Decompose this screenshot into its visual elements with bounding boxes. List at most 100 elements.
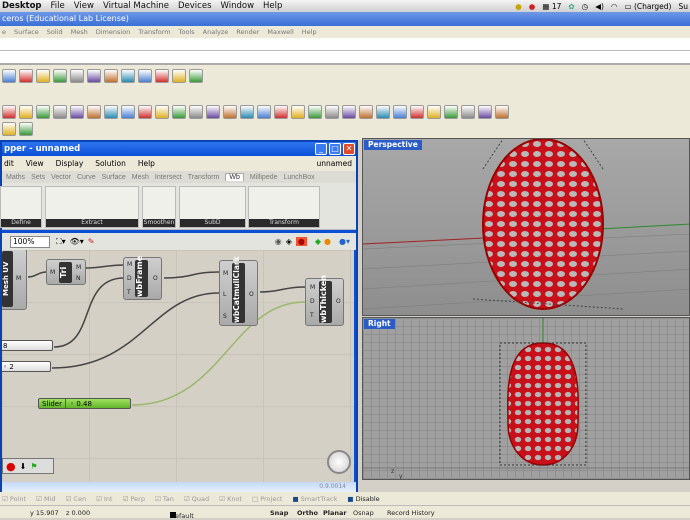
osnap-smarttrack[interactable]: ■ SmartTrack xyxy=(292,495,337,503)
toolbar-tool-icon[interactable] xyxy=(359,105,373,119)
toolbar-tool-icon[interactable] xyxy=(427,105,441,119)
tab-curve[interactable]: Curve xyxy=(77,174,96,181)
toolbar-tool-icon[interactable] xyxy=(495,105,509,119)
zoom-select[interactable]: 100% xyxy=(10,235,50,248)
toolbar-tool-icon[interactable] xyxy=(19,122,33,136)
component-wbframe[interactable]: M D T wbFrame O xyxy=(123,256,162,300)
toolbar-tool-icon[interactable] xyxy=(121,69,135,83)
osnap-tan[interactable]: ☑ Tan xyxy=(155,495,174,503)
command-area[interactable] xyxy=(0,38,690,65)
osnap-disable[interactable]: ■ Disable xyxy=(347,495,379,503)
port[interactable]: T xyxy=(127,289,131,296)
sketch-icon[interactable]: ✎ xyxy=(88,237,95,246)
toolbar-tool-icon[interactable] xyxy=(461,105,475,119)
osnap-perp[interactable]: ☑ Perp xyxy=(123,495,145,503)
bake-icon[interactable]: ◆ xyxy=(315,237,321,246)
volume-icon[interactable]: ◀) xyxy=(595,2,604,11)
rmenu-item[interactable]: Help xyxy=(302,28,317,36)
toolbar-tool-icon[interactable] xyxy=(410,105,424,119)
checkbox[interactable]: ☑ xyxy=(96,495,104,503)
menu-devices[interactable]: Devices xyxy=(178,1,212,11)
port[interactable]: L xyxy=(223,291,226,298)
security-icon[interactable]: ● xyxy=(529,2,536,11)
port[interactable]: S xyxy=(223,313,227,320)
osnap-knot[interactable]: ☑ Knot xyxy=(219,495,242,503)
ghmenu-view[interactable]: View xyxy=(26,159,44,168)
eye-icon[interactable]: 👁▾ xyxy=(70,237,84,246)
rmenu-item[interactable]: Render xyxy=(236,28,259,36)
osnap-quad[interactable]: ☑ Quad xyxy=(184,495,209,503)
port[interactable]: T xyxy=(310,312,314,319)
checkbox[interactable]: ☑ xyxy=(219,495,227,503)
tab-mesh[interactable]: Mesh xyxy=(132,174,149,181)
toolbar-tool-icon[interactable] xyxy=(393,105,407,119)
component-tri[interactable]: M Tri M N xyxy=(46,259,86,285)
component-wbcatmullclark[interactable]: M L S wbCatmullClark O xyxy=(219,256,258,326)
toggle-snap[interactable]: Snap xyxy=(270,509,288,517)
toolbar-tool-icon[interactable] xyxy=(2,105,16,119)
menu-help[interactable]: Help xyxy=(263,1,282,11)
port[interactable]: O xyxy=(249,291,254,298)
viewport-label-perspective[interactable]: Perspective xyxy=(364,140,422,150)
ghmenu-display[interactable]: Display xyxy=(56,159,84,168)
battery-icon[interactable]: ▭ (Charged) xyxy=(624,2,671,11)
shield-icon[interactable]: ● xyxy=(515,2,522,11)
checkbox[interactable]: □ xyxy=(252,495,260,503)
tab-maths[interactable]: Maths xyxy=(6,174,25,181)
toolbar-tool-icon[interactable] xyxy=(308,105,322,119)
toggle-ortho[interactable]: Ortho xyxy=(297,509,318,517)
toolbar-tool-icon[interactable] xyxy=(325,105,339,119)
toolbar-tool-icon[interactable] xyxy=(257,105,271,119)
toolbar-tool-icon[interactable] xyxy=(376,105,390,119)
checkbox[interactable]: ■ xyxy=(347,495,355,503)
toolbar-tool-icon[interactable] xyxy=(19,105,33,119)
menu-window[interactable]: Window xyxy=(221,1,255,11)
port[interactable]: M xyxy=(127,261,132,268)
toolbar-tool-icon[interactable] xyxy=(172,105,186,119)
toggle-planar[interactable]: Planar xyxy=(323,509,347,517)
toolbar-tool-icon[interactable] xyxy=(478,105,492,119)
port[interactable]: D xyxy=(310,298,315,305)
sphere-icon[interactable]: ●▾ xyxy=(339,237,350,246)
toolbar-tool-icon[interactable] xyxy=(342,105,356,119)
port[interactable]: N xyxy=(76,275,81,282)
preview-icon[interactable]: ◉ xyxy=(275,237,282,246)
flag-icon[interactable]: ⚑ xyxy=(30,462,37,471)
gear-icon[interactable]: ✿ xyxy=(568,2,574,11)
toolbar-tool-icon[interactable] xyxy=(53,69,67,83)
toggle-osnap[interactable]: Osnap xyxy=(353,509,374,517)
close-button[interactable]: ✕ xyxy=(343,143,355,155)
download-icon[interactable]: ⬇ xyxy=(20,462,27,471)
osnap-mid[interactable]: ☑ Mid xyxy=(36,495,55,503)
rmenu-item[interactable]: Maxwell xyxy=(267,28,293,36)
tab-sets[interactable]: Sets xyxy=(31,174,45,181)
shaded-icon[interactable]: ● xyxy=(295,237,307,246)
number-input[interactable]: 8 xyxy=(2,340,53,351)
tab-wb[interactable]: Wb xyxy=(225,173,244,181)
toggle-record-history[interactable]: Record History xyxy=(387,509,435,517)
toolbar-tool-icon[interactable] xyxy=(138,105,152,119)
toolbar-tool-icon[interactable] xyxy=(155,69,169,83)
toolbar-tool-icon[interactable] xyxy=(19,69,33,83)
tab-intersect[interactable]: Intersect xyxy=(155,174,182,181)
toolbar-tool-icon[interactable] xyxy=(36,69,50,83)
toolbar-tool-icon[interactable] xyxy=(138,69,152,83)
toolbar-tool-icon[interactable] xyxy=(36,105,50,119)
calendar-icon[interactable]: ▦ 17 xyxy=(542,2,561,11)
menu-desktop[interactable]: Desktop xyxy=(2,1,42,11)
rmenu-item[interactable]: Solid xyxy=(47,28,63,36)
toolbar-tool-icon[interactable] xyxy=(240,105,254,119)
port[interactable]: M xyxy=(16,275,21,282)
port[interactable]: O xyxy=(336,298,341,305)
viewport-perspective[interactable]: Perspective xyxy=(362,138,690,316)
toolbar-tool-icon[interactable] xyxy=(2,122,16,136)
port[interactable]: M xyxy=(50,269,55,276)
menu-virtual-machine[interactable]: Virtual Machine xyxy=(103,1,169,11)
port[interactable]: M xyxy=(310,284,315,291)
tab-lunchbox[interactable]: LunchBox xyxy=(284,174,315,181)
toolbar-tool-icon[interactable] xyxy=(172,69,186,83)
checkbox[interactable]: ☑ xyxy=(2,495,10,503)
number-slider[interactable]: Slider ◦ 0.48 xyxy=(38,398,131,409)
material-icon[interactable]: ● xyxy=(324,237,331,246)
viewport-label-right[interactable]: Right xyxy=(364,319,395,329)
